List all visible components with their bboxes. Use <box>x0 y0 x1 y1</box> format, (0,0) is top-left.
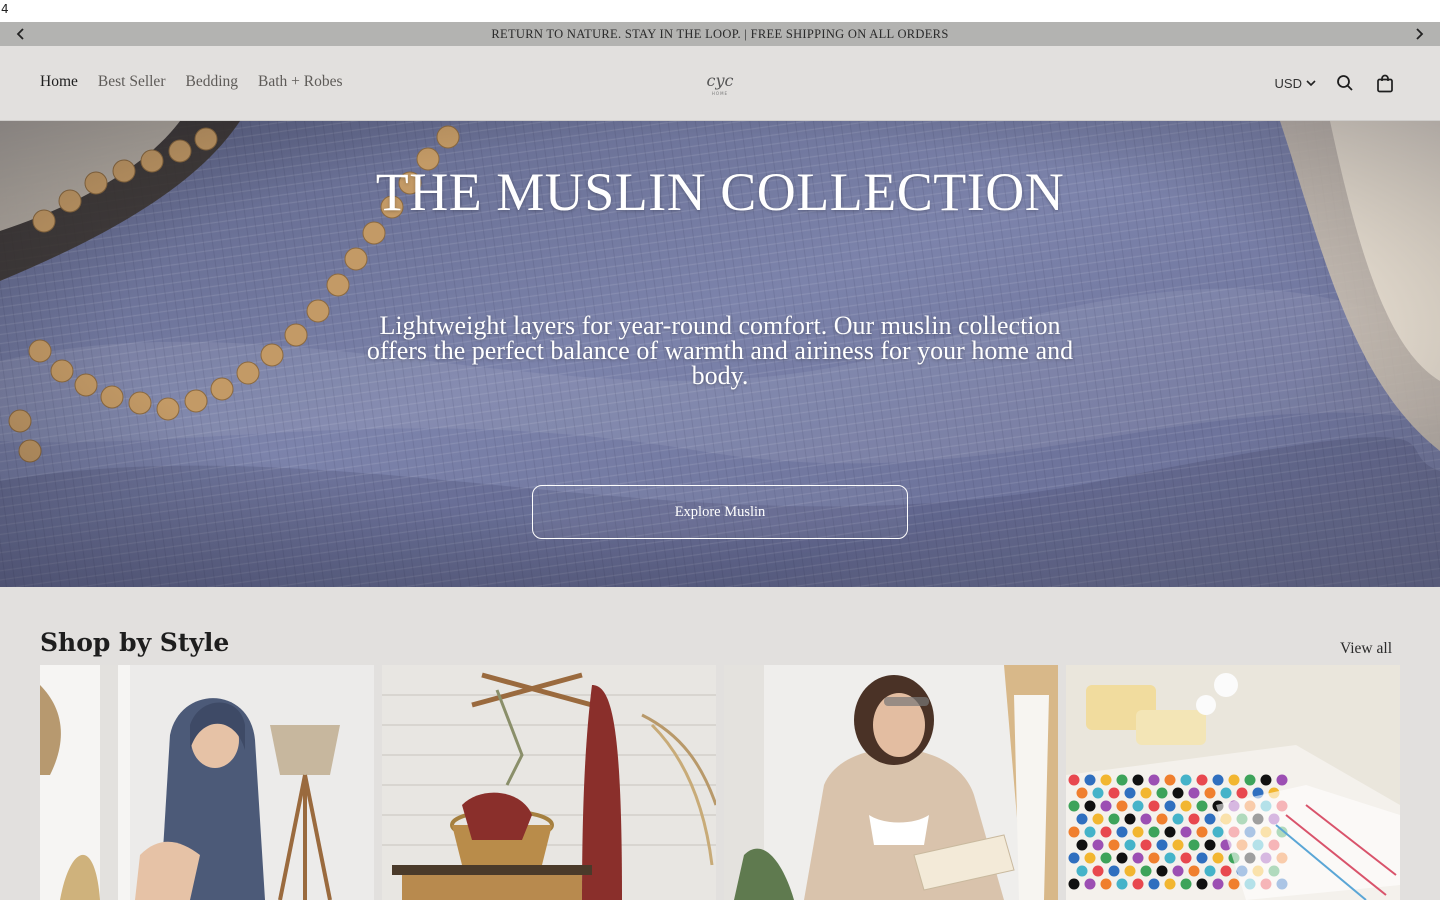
style-card-red-towel[interactable] <box>382 665 716 900</box>
style-card-beige-robe[interactable] <box>724 665 1058 900</box>
site-logo[interactable]: cyc HOME <box>700 64 740 104</box>
chevron-left-icon <box>16 28 24 40</box>
card-image-beige-robe <box>724 665 1058 900</box>
bag-icon <box>1377 74 1393 92</box>
browser-top-strip: 4 <box>0 0 1440 22</box>
hero-title: THE MUSLIN COLLECTION <box>375 162 1065 222</box>
style-card-navy-robe[interactable] <box>40 665 374 900</box>
cart-button[interactable] <box>1374 72 1396 94</box>
card-image-pompom-towels <box>1066 665 1400 900</box>
announcement-bar: RETURN TO NATURE. STAY IN THE LOOP. | FR… <box>0 22 1440 46</box>
nav-item-best-seller[interactable]: Best Seller <box>98 73 166 91</box>
logo-tagline: HOME <box>711 90 729 96</box>
announcement-text: RETURN TO NATURE. STAY IN THE LOOP. | FR… <box>491 26 949 41</box>
search-icon <box>1337 75 1353 91</box>
chevron-down-icon <box>1306 80 1316 87</box>
site-header: Home Best Seller Bedding Bath + Robes cy… <box>0 46 1440 121</box>
nav-item-bath-robes[interactable]: Bath + Robes <box>258 73 343 91</box>
page-marker: 4 <box>1 2 9 16</box>
announcement-prev-button[interactable] <box>12 25 30 43</box>
card-image-red-towel <box>382 665 716 900</box>
search-button[interactable] <box>1334 72 1356 94</box>
logo-script: cyc <box>706 70 734 90</box>
currency-value: USD <box>1274 75 1302 91</box>
currency-selector[interactable]: USD <box>1275 76 1316 91</box>
style-card-pompom-towels[interactable] <box>1066 665 1400 900</box>
header-utilities: USD <box>1275 72 1396 94</box>
nav-item-bedding[interactable]: Bedding <box>185 73 238 91</box>
card-image-navy-robe <box>40 665 374 900</box>
view-all-link[interactable]: View all <box>1340 640 1392 658</box>
explore-muslin-button[interactable]: Explore Muslin <box>532 485 908 539</box>
announcement-next-button[interactable] <box>1410 25 1428 43</box>
hero-banner: THE MUSLIN COLLECTION Lightweight layers… <box>0 121 1440 587</box>
style-cards <box>40 665 1400 900</box>
section-title: Shop by Style <box>40 628 230 657</box>
hero-subtitle: Lightweight layers for year-round comfor… <box>366 311 1074 390</box>
main-nav: Home Best Seller Bedding Bath + Robes <box>40 73 343 91</box>
nav-item-home[interactable]: Home <box>40 73 78 91</box>
chevron-right-icon <box>1416 28 1424 40</box>
